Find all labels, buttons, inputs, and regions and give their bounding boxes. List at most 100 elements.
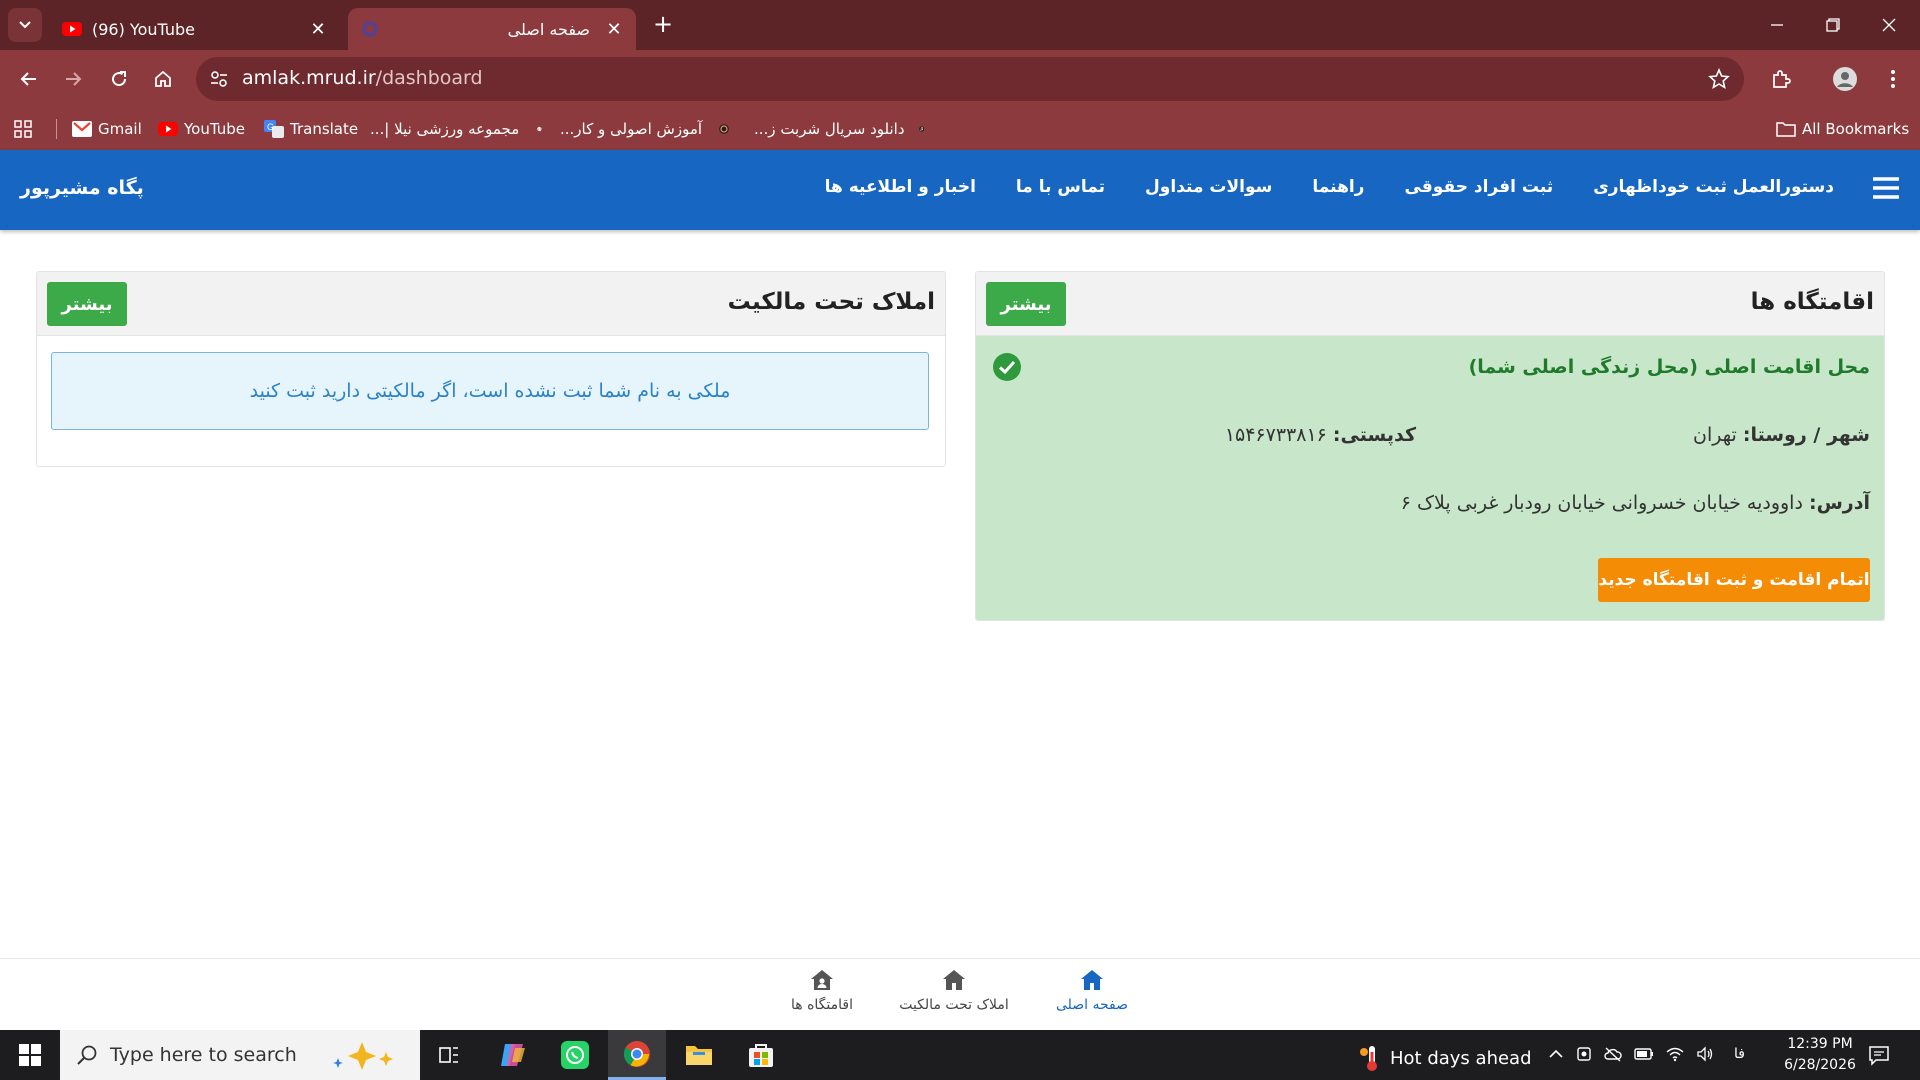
nav-contact[interactable]: تماس با ما — [1016, 177, 1105, 197]
youtube-icon — [62, 22, 82, 36]
profile-button[interactable] — [1830, 64, 1860, 94]
apps-grid-icon — [14, 120, 32, 138]
no-property-alert: ملکی به نام شما ثبت نشده است، اگر مالکیت… — [51, 352, 929, 430]
weather-widget[interactable]: Hot days ahead — [1358, 1044, 1532, 1072]
notifications-button[interactable] — [1868, 1044, 1890, 1066]
city-label: شهر / روستا: — [1742, 424, 1870, 446]
bookmark-gmail[interactable]: Gmail — [72, 118, 142, 140]
all-bookmarks-label: All Bookmarks — [1802, 120, 1910, 138]
nav-news[interactable]: اخبار و اطلاعیه ها — [825, 177, 976, 197]
wifi-icon[interactable] — [1666, 1046, 1684, 1062]
bottom-nav-residences[interactable]: اقامتگاه ها — [752, 969, 892, 1013]
system-clock[interactable]: 12:39 PM 6/28/2026 — [1768, 1034, 1872, 1076]
nav-faq[interactable]: سوالات متداول — [1145, 177, 1272, 197]
end-residence-button[interactable]: اتمام اقامت و ثبت اقامتگاه جدید — [1598, 558, 1870, 602]
windows-logo-icon — [19, 1044, 41, 1066]
taskbar-search[interactable]: Type here to search — [60, 1030, 420, 1080]
reload-button[interactable] — [104, 64, 134, 94]
tab-search-button[interactable] — [8, 8, 42, 42]
address-row: آدرس: داوودیه خیابان خسروانی خیابان رودب… — [1401, 492, 1870, 514]
windows-taskbar: Type here to search Hot days ahead فا 12… — [0, 1030, 1920, 1080]
youtube-icon — [158, 122, 178, 136]
bookmark-translate[interactable]: G Translate — [264, 118, 358, 140]
battery-icon[interactable] — [1634, 1047, 1654, 1061]
taskbar-file-explorer[interactable] — [670, 1030, 728, 1080]
more-button[interactable]: بیشتر — [986, 282, 1066, 326]
new-tab-button[interactable]: + — [650, 12, 676, 38]
bottom-nav-label: اقامتگاه ها — [790, 997, 853, 1013]
all-bookmarks-button[interactable]: All Bookmarks — [1776, 118, 1909, 140]
taskbar-store[interactable] — [732, 1030, 790, 1080]
close-icon — [1882, 18, 1896, 32]
user-name[interactable]: پگاه مشیرپور — [20, 177, 144, 199]
menu-button[interactable] — [1872, 174, 1900, 202]
postal-value: ۱۵۴۶۷۳۳۸۱۶ — [1224, 424, 1327, 446]
taskbar-chrome[interactable] — [608, 1030, 666, 1080]
nav-legal-entities[interactable]: ثبت افراد حقوقی — [1404, 177, 1553, 197]
chevron-up-icon[interactable] — [1548, 1046, 1564, 1062]
more-button[interactable]: بیشتر — [47, 282, 127, 326]
close-window-button[interactable] — [1874, 10, 1904, 40]
bookmark-youtube[interactable]: YouTube — [158, 118, 245, 140]
tab-youtube[interactable]: (96) YouTube ✕ — [50, 8, 340, 50]
language-indicator[interactable]: فا — [1734, 1046, 1745, 1062]
close-tab-button[interactable]: ✕ — [308, 19, 328, 40]
system-tray: فا — [1548, 1046, 1745, 1062]
bookmark-series[interactable]: دانلود سریال شربت ز... — [754, 118, 930, 140]
taskbar-copilot[interactable] — [484, 1030, 542, 1080]
taskbar-whatsapp[interactable] — [546, 1030, 604, 1080]
main-residence-title: محل اقامت اصلی (محل زندگی اصلی شما) — [1468, 356, 1870, 378]
site-settings-icon[interactable] — [208, 68, 230, 90]
restore-icon — [1826, 18, 1840, 32]
bookmark-nila[interactable]: مجموعه ورزشی نیلا |... — [370, 118, 542, 140]
address-value: داوودیه خیابان خسروانی خیابان رودبار غرب… — [1400, 492, 1803, 514]
check-circle-icon — [993, 353, 1021, 381]
clock-time: 12:39 PM — [1787, 1036, 1853, 1052]
card-header: اقامتگاه ها بیشتر — [976, 272, 1884, 336]
browser-menu-button[interactable] — [1878, 64, 1908, 94]
restore-button[interactable] — [1818, 10, 1848, 40]
home-icon — [1081, 970, 1103, 990]
card-title: املاک تحت مالکیت — [727, 289, 935, 315]
tab-title: (96) YouTube — [92, 19, 195, 39]
apps-button[interactable] — [14, 118, 32, 140]
cloud-offline-icon[interactable] — [1604, 1046, 1622, 1062]
bookmark-training[interactable]: آموزش اصولی و کار... — [560, 118, 736, 140]
extensions-button[interactable] — [1766, 64, 1796, 94]
globe-icon — [537, 126, 542, 132]
bottom-nav-label: املاک تحت مالکیت — [899, 997, 1009, 1013]
folder-icon — [1776, 122, 1796, 137]
bottom-nav-properties[interactable]: املاک تحت مالکیت — [884, 969, 1024, 1013]
notification-icon — [1869, 1046, 1889, 1066]
properties-card: املاک تحت مالکیت بیشتر ملکی به نام شما ث… — [36, 271, 946, 467]
nav-guide[interactable]: راهنما — [1312, 177, 1364, 197]
tab-dashboard[interactable]: صفحه اصلی ✕ — [348, 8, 636, 50]
bookmarks-bar: Gmail YouTube G Translate مجموعه ورزشی ن… — [0, 108, 1920, 150]
address-label: آدرس: — [1808, 492, 1870, 514]
minimize-button[interactable] — [1762, 10, 1792, 40]
close-tab-button[interactable]: ✕ — [604, 19, 624, 40]
start-button[interactable] — [0, 1030, 60, 1080]
browser-toolbar: amlak.mrud.ir/dashboard — [0, 50, 1920, 108]
address-bar[interactable]: amlak.mrud.ir/dashboard — [196, 57, 1744, 101]
postal-label: کدپستی: — [1332, 424, 1416, 446]
home-icon — [943, 970, 965, 990]
store-icon — [749, 1044, 773, 1067]
properties-body: ملکی به نام شما ثبت نشده است، اگر مالکیت… — [37, 336, 945, 466]
home-button[interactable] — [148, 64, 178, 94]
bookmark-star-icon[interactable] — [1708, 68, 1730, 90]
url-text: amlak.mrud.ir/dashboard — [242, 67, 483, 89]
bottom-nav-home[interactable]: صفحه اصلی — [1022, 969, 1162, 1013]
meet-now-icon[interactable] — [1576, 1046, 1592, 1062]
task-view-button[interactable] — [420, 1030, 478, 1080]
bookmark-label: دانلود سریال شربت ز... — [754, 120, 905, 138]
card-header: املاک تحت مالکیت بیشتر — [37, 272, 945, 336]
residences-card: اقامتگاه ها بیشتر محل اقامت اصلی (محل زن… — [975, 271, 1885, 621]
volume-icon[interactable] — [1696, 1046, 1714, 1062]
back-button[interactable] — [14, 64, 44, 94]
card-title: اقامتگاه ها — [1750, 289, 1874, 315]
forward-button[interactable] — [58, 64, 88, 94]
hamburger-icon — [1873, 177, 1899, 199]
site-favicon-icon — [362, 21, 378, 37]
nav-self-declaration[interactable]: دستورالعمل ثبت خوداظهاری — [1593, 177, 1834, 197]
